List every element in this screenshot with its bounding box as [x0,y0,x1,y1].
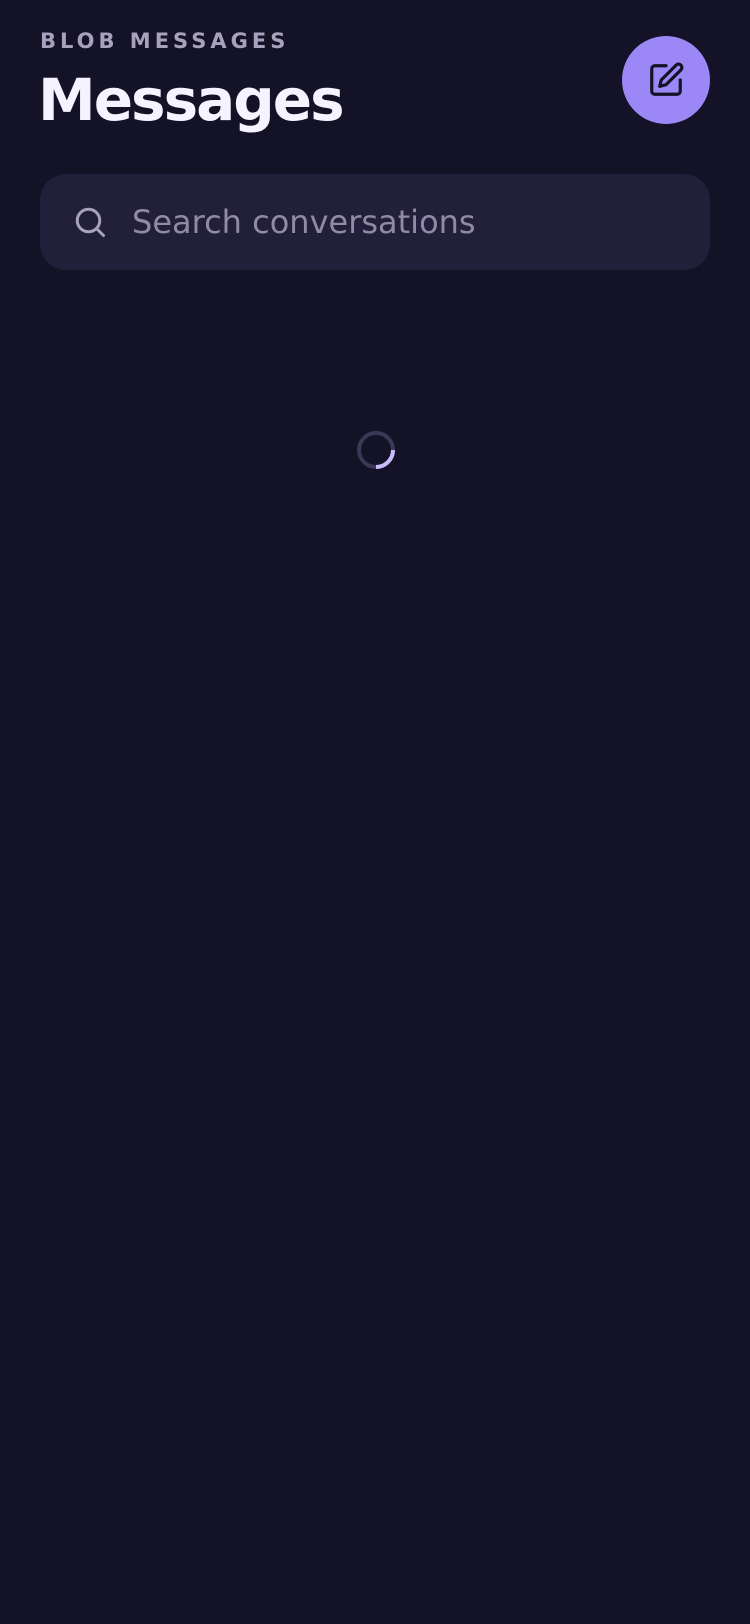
compose-button[interactable] [622,36,710,124]
search-icon [72,204,108,240]
app-name-eyebrow: BLOB MESSAGES [40,29,290,53]
search-bar[interactable] [40,174,710,270]
loading-spinner [356,430,396,470]
page-title: Messages [38,66,345,134]
compose-edit-icon [647,61,685,99]
search-input[interactable] [132,174,692,270]
messages-screen: BLOB MESSAGES Messages [0,0,750,1624]
